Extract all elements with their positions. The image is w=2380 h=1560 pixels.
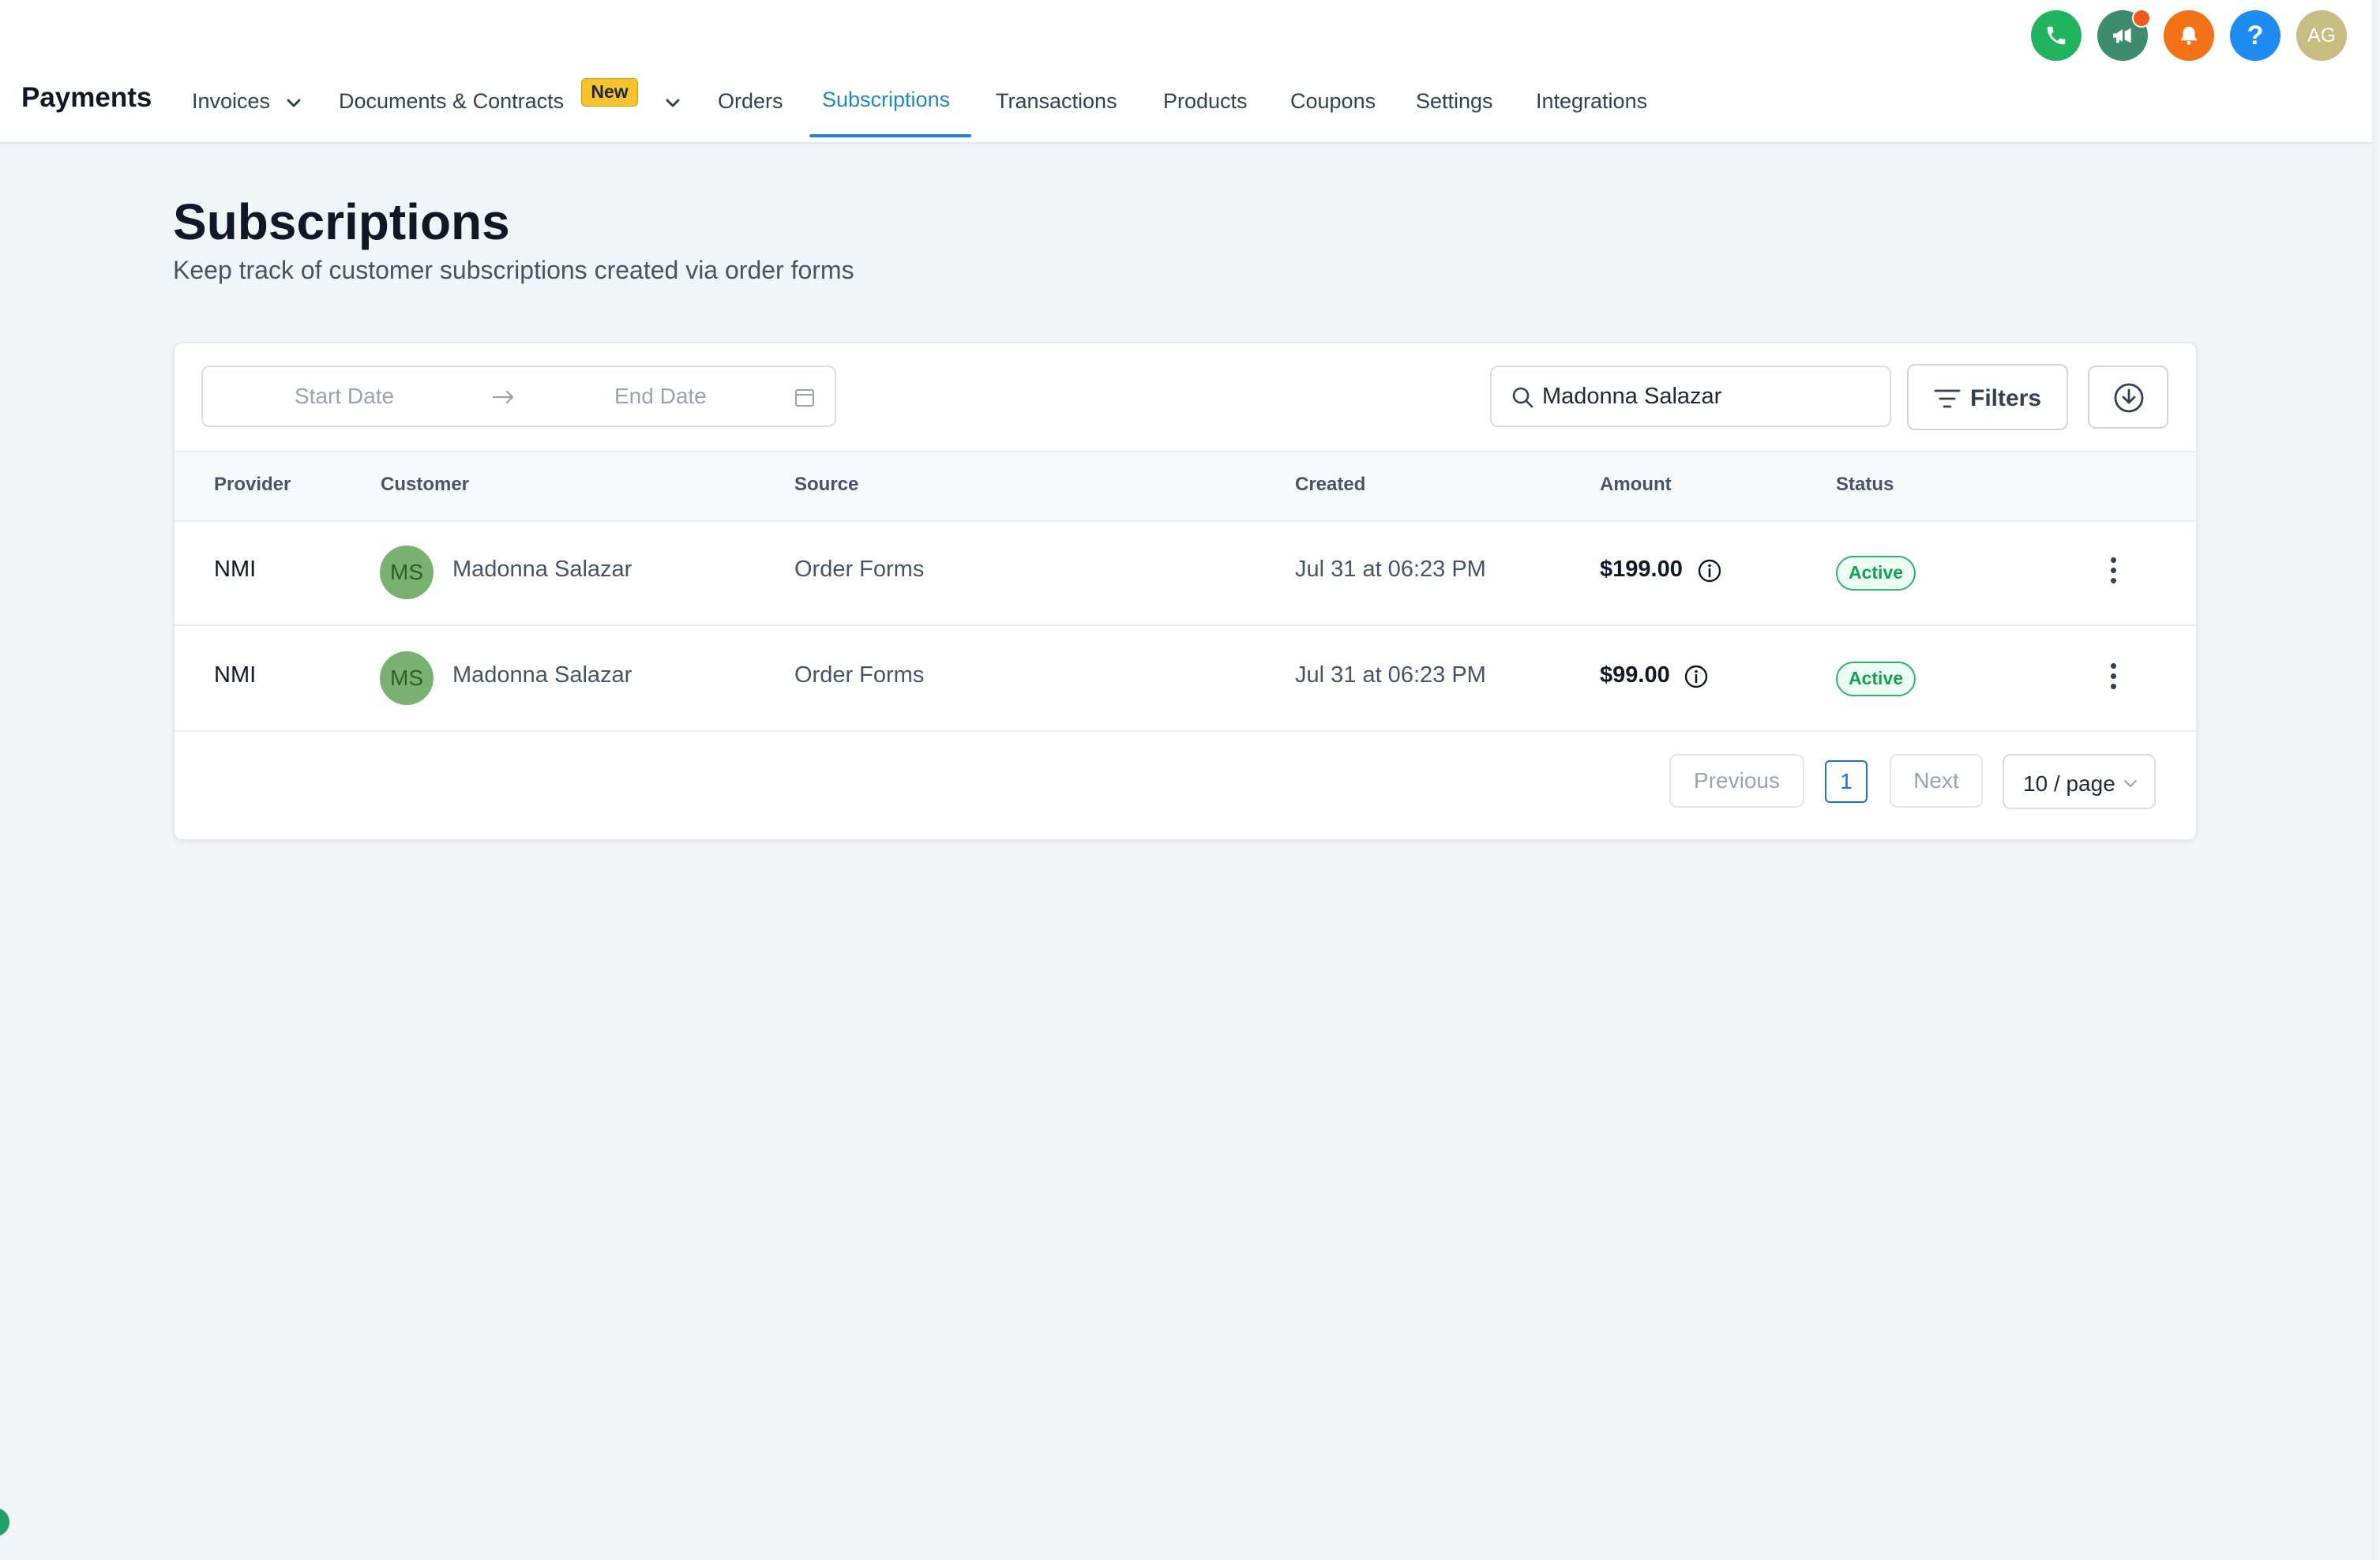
page-edge [2372,0,2380,1560]
nav-products[interactable]: Products [1163,89,1248,114]
subscriptions-card: Start Date End Date Filters Prov [173,342,2198,841]
filter-icon [1934,389,1961,408]
source-cell: Order Forms [794,557,925,582]
row-actions-menu-icon[interactable] [2101,661,2125,697]
calendar-icon[interactable] [794,386,816,408]
user-avatar[interactable]: AG [2296,10,2347,61]
row-actions-menu-icon[interactable] [2101,555,2125,591]
help-icon[interactable]: ? [2230,10,2281,61]
created-cell: Jul 31 at 06:23 PM [1295,557,1486,582]
nav-transactions[interactable]: Transactions [996,89,1117,114]
page-size-select[interactable]: 10 / page [2003,754,2156,809]
status-badge: Active [1836,662,1916,696]
top-header: Payments Invoices Documents & Contracts … [0,0,2372,144]
active-tab-indicator [809,134,971,137]
provider-cell: NMI [214,662,257,688]
info-icon[interactable] [1697,558,1722,583]
filters-label: Filters [1970,385,2042,411]
column-header-customer[interactable]: Customer [381,474,469,496]
chevron-down-icon [2124,780,2137,787]
nav-orders[interactable]: Orders [718,89,783,114]
table-header: Provider Customer Source Created Amount … [175,451,2196,522]
page-subtitle: Keep track of customer subscriptions cre… [173,256,854,284]
customer-avatar: MS [380,546,434,599]
start-date-input[interactable]: Start Date [295,384,394,409]
search-box[interactable] [1490,366,1891,427]
source-cell: Order Forms [794,662,925,688]
column-header-status[interactable]: Status [1836,474,1894,496]
page-title: Subscriptions [173,193,510,250]
nav-settings[interactable]: Settings [1416,89,1493,114]
table-row[interactable]: NMI MS Madonna Salazar Order Forms Jul 3… [175,626,2196,732]
new-badge: New [581,78,638,107]
phone-icon[interactable] [2031,10,2082,61]
invoices-chevron-down-icon[interactable] [286,98,302,109]
info-icon[interactable] [1684,664,1709,689]
page-size-value: 10 / page [2023,771,2115,796]
next-page-button[interactable]: Next [1890,754,1983,808]
nav-invoices[interactable]: Invoices [192,89,270,114]
bell-icon[interactable] [2164,10,2214,61]
amount-cell: $99.00 [1600,662,1670,688]
column-header-provider[interactable]: Provider [214,474,291,496]
nav-subscriptions[interactable]: Subscriptions [822,88,950,112]
created-cell: Jul 31 at 06:23 PM [1295,662,1486,688]
status-indicator [0,1508,9,1536]
column-header-created[interactable]: Created [1295,474,1365,496]
previous-page-button[interactable]: Previous [1669,754,1804,808]
provider-cell: NMI [214,557,257,582]
nav-coupons[interactable]: Coupons [1290,89,1376,114]
documents-chevron-down-icon[interactable] [665,98,681,109]
customer-avatar: MS [380,651,434,705]
table-row[interactable]: NMI MS Madonna Salazar Order Forms Jul 3… [175,520,2196,626]
filters-button[interactable]: Filters [1907,364,2068,430]
search-input[interactable] [1542,378,1874,414]
nav-integrations[interactable]: Integrations [1536,89,1647,114]
current-page-button[interactable]: 1 [1825,760,1868,803]
download-icon [2114,383,2144,413]
date-range-picker[interactable]: Start Date End Date [201,366,836,427]
customer-name[interactable]: Madonna Salazar [452,557,632,583]
column-header-amount[interactable]: Amount [1600,474,1672,496]
arrow-right-icon [492,390,514,404]
download-button[interactable] [2088,366,2168,429]
notification-dot [2132,9,2151,28]
main-nav: Invoices Documents & Contracts New Order… [0,0,2372,142]
column-header-source[interactable]: Source [794,474,858,496]
customer-name[interactable]: Madonna Salazar [452,662,632,688]
amount-cell: $199.00 [1600,557,1683,582]
search-icon [1512,387,1533,408]
nav-documents-contracts[interactable]: Documents & Contracts [339,89,564,114]
end-date-input[interactable]: End Date [614,384,707,409]
status-badge: Active [1836,556,1916,591]
